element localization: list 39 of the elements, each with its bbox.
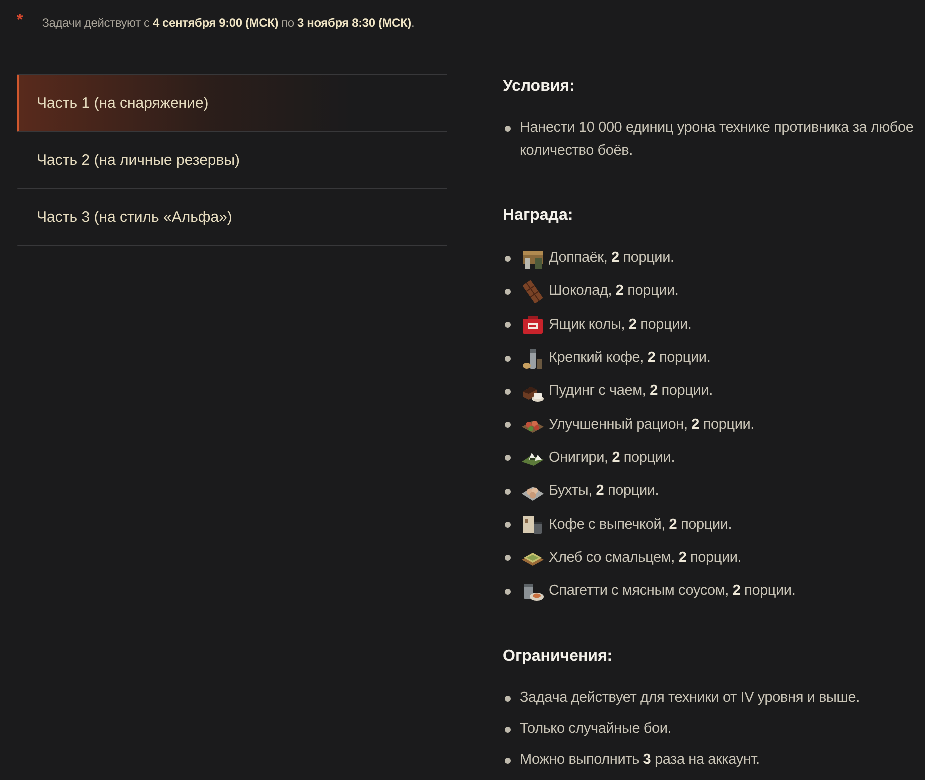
tab[interactable]: Часть 2 (на личные резервы) [17,132,447,189]
bullet-icon [505,455,511,462]
bullet-icon [505,422,511,428]
bullet-icon [505,696,511,702]
bullet-icon [505,126,511,132]
section-heading: Ограничения: [503,647,613,668]
bullet-icon [505,522,511,528]
bullet-icon [505,288,511,295]
reward-text: Доппаёк, 2 порции. [549,249,674,268]
reward-text: Хлеб со смальцем, 2 порции. [549,548,742,568]
bullet-icon [505,758,511,764]
reward-text: Кофе с выпечкой, 2 порции. [549,516,732,535]
reward-text: Крепкий кофе, 2 порции. [549,349,711,368]
bullet-icon [505,726,511,733]
reward-text: Пудинг с чаем, 2 порции. [549,382,713,402]
tab[interactable]: Часть 3 (на стиль «Альфа») [17,189,447,246]
list-item-text: Задача действует для техники от IV уровня и выше. [520,689,860,708]
bullet-icon [505,588,511,595]
bullet-icon [505,256,511,262]
list-item-text: Только случайные бои. [520,720,672,740]
thermos-icon [521,346,545,371]
bullet-icon [505,488,511,495]
tab[interactable]: Часть 1 (на снаряжение) [17,75,447,132]
reward-text: Ящик колы, 2 порции. [549,316,692,335]
bullet-icon [505,356,511,362]
bullet-icon [505,388,511,395]
reward-text: Онигири, 2 порции. [549,448,676,468]
list-item-text: Можно выполнить 3 раза на аккаунт. [520,751,760,770]
reward-text: Улучшенный рацион, 2 порции. [549,416,754,435]
asterisk-mark: * [17,14,24,28]
bullet-icon [505,555,511,562]
reward-text: Спагетти с мясным соусом, 2 порции. [549,582,796,602]
list-item-text: Нанести 10 000 единиц урона технике противника за любое количество боёв. [520,119,915,161]
section-heading: Условия: [503,77,575,97]
period-note: Задачи действуют с 4 сентября 9:00 (МСК) по 3 ноября 8:30 (МСК). [42,16,415,30]
reward-text: Шоколад, 2 порции. [549,282,679,302]
bullet-icon [505,322,511,328]
section-heading: Награда: [503,206,574,226]
reward-text: Бухты, 2 порции. [549,482,660,502]
